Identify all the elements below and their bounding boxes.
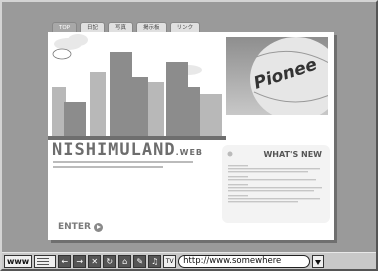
tv-button[interactable]: TV bbox=[163, 254, 177, 268]
hot-air-balloon-photo: Pionee bbox=[226, 37, 328, 115]
chevron-down-icon[interactable] bbox=[312, 254, 325, 268]
menu-list-icon[interactable] bbox=[34, 254, 57, 268]
tagline-placeholder bbox=[53, 161, 193, 168]
site-logo-text: NISHIMULAND bbox=[52, 140, 176, 160]
reload-icon[interactable]: ↻ bbox=[103, 254, 117, 268]
home-icon[interactable]: ⌂ bbox=[118, 254, 132, 268]
browser-toolbar: www ← → ✕ ↻ ⌂ ✎ ♫ TV http://www.somewher… bbox=[2, 252, 376, 269]
www-button[interactable]: www bbox=[4, 254, 33, 268]
edit-icon[interactable]: ✎ bbox=[133, 254, 147, 268]
enter-link[interactable]: ENTER bbox=[58, 222, 103, 232]
url-field[interactable]: http://www.somewhere bbox=[178, 254, 311, 268]
back-arrow-icon[interactable]: ← bbox=[58, 254, 72, 268]
enter-label: ENTER bbox=[58, 222, 91, 232]
stop-icon[interactable]: ✕ bbox=[88, 254, 102, 268]
site-logo: NISHIMULAND.WEB bbox=[52, 140, 203, 160]
play-arrow-icon bbox=[93, 222, 103, 232]
balloon-image: Pionee bbox=[250, 37, 328, 115]
whats-new-panel: WHAT'S NEW bbox=[222, 145, 330, 223]
forward-arrow-icon[interactable]: → bbox=[73, 254, 87, 268]
site-tagline-lines bbox=[53, 160, 203, 173]
news-entries bbox=[227, 151, 322, 203]
bookmark-icon[interactable]: ♫ bbox=[148, 254, 162, 268]
site-logo-suffix: .WEB bbox=[175, 148, 204, 157]
